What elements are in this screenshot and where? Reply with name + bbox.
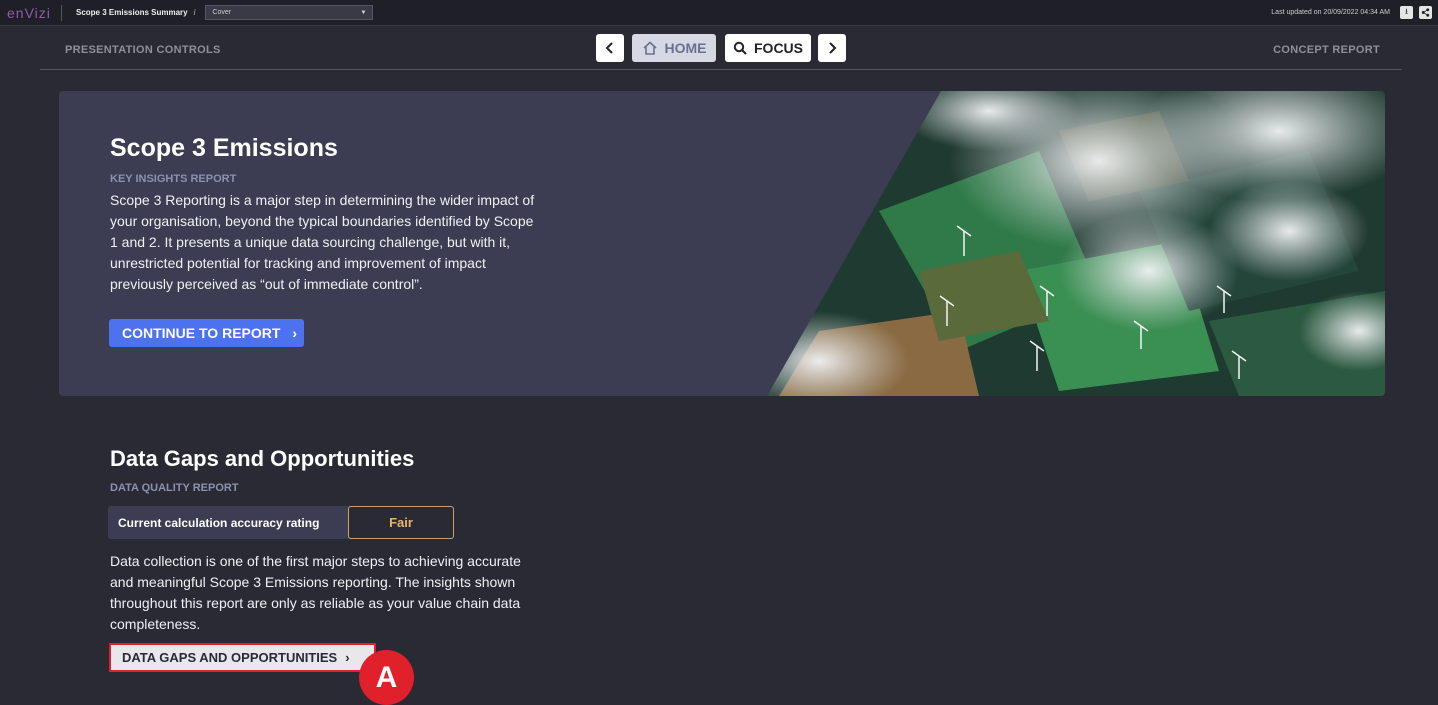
annotation-marker: A bbox=[359, 650, 414, 705]
top-bar: enVizi Scope 3 Emissions Summary i Cover… bbox=[0, 0, 1438, 26]
home-icon bbox=[642, 41, 657, 55]
continue-to-report-button[interactable]: CONTINUE TO REPORT › bbox=[109, 319, 304, 347]
page-select[interactable]: Cover ▼ bbox=[205, 5, 374, 20]
home-label: HOME bbox=[664, 40, 707, 56]
report-title: Scope 3 Emissions Summary bbox=[76, 8, 188, 17]
hero-panel: Scope 3 Emissions KEY INSIGHTS REPORT Sc… bbox=[59, 91, 1385, 396]
chevron-right-icon: › bbox=[345, 650, 350, 665]
data-gaps-subtitle: DATA QUALITY REPORT bbox=[110, 482, 239, 494]
continue-to-report-label: CONTINUE TO REPORT bbox=[122, 325, 281, 341]
next-button[interactable] bbox=[818, 34, 846, 62]
envizi-logo: enVizi bbox=[7, 4, 51, 21]
chevron-right-icon bbox=[829, 42, 837, 54]
search-icon bbox=[733, 41, 747, 55]
presentation-controls-label: PRESENTATION CONTROLS bbox=[65, 44, 221, 56]
accuracy-rating-row: Current calculation accuracy rating Fair bbox=[108, 506, 454, 539]
home-button[interactable]: HOME bbox=[632, 34, 716, 62]
last-updated-text: Last updated on 20/09/2022 04:34 AM bbox=[1271, 9, 1390, 16]
accuracy-rating-label: Current calculation accuracy rating bbox=[118, 516, 320, 530]
data-gaps-title: Data Gaps and Opportunities bbox=[110, 446, 415, 471]
data-gaps-button-label: DATA GAPS AND OPPORTUNITIES bbox=[122, 650, 338, 665]
concept-report-label: CONCEPT REPORT bbox=[1273, 44, 1380, 56]
hero-title: Scope 3 Emissions bbox=[110, 134, 338, 162]
hero-description: Scope 3 Reporting is a major step in det… bbox=[110, 192, 535, 292]
share-icon[interactable] bbox=[1419, 6, 1432, 19]
chevron-left-icon bbox=[605, 42, 613, 54]
data-gaps-description: Data collection is one of the first majo… bbox=[110, 553, 521, 632]
chevron-down-icon: ▼ bbox=[360, 9, 367, 16]
divider bbox=[61, 4, 62, 21]
page-select-value: Cover bbox=[212, 9, 232, 16]
hero-subtitle: KEY INSIGHTS REPORT bbox=[110, 173, 237, 185]
accuracy-rating-badge: Fair bbox=[348, 506, 454, 539]
presentation-controls: PRESENTATION CONTROLS HOME FOCUS CONCEPT… bbox=[40, 28, 1402, 70]
chevron-right-icon: › bbox=[292, 325, 298, 341]
focus-label: FOCUS bbox=[754, 40, 803, 56]
data-gaps-button[interactable]: DATA GAPS AND OPPORTUNITIES › bbox=[109, 643, 376, 672]
download-icon[interactable]: ⭳ bbox=[1400, 6, 1413, 19]
focus-button[interactable]: FOCUS bbox=[725, 34, 811, 62]
previous-button[interactable] bbox=[596, 34, 624, 62]
info-icon[interactable]: i bbox=[194, 8, 196, 17]
